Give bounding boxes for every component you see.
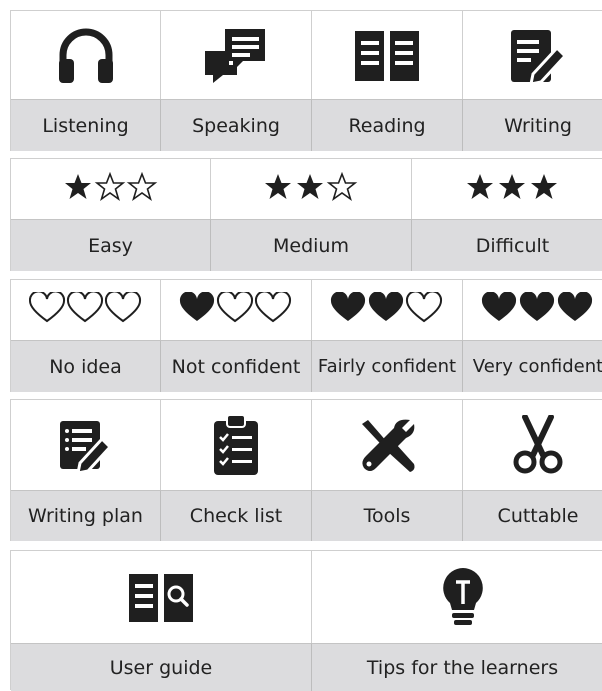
speaking-icon-cell (161, 11, 312, 99)
not-confident-rating-cell (161, 280, 312, 340)
writing-plan-label: Writing plan (11, 490, 161, 541)
very-confident-hearts (481, 291, 595, 328)
not-confident-hearts (179, 290, 293, 328)
cuttable-icon-cell (463, 400, 602, 490)
tips-label: Tips for the learners (312, 643, 602, 691)
writing-plan-icon-cell (11, 400, 161, 490)
easy-label: Easy (11, 219, 211, 271)
book-search-icon (127, 570, 195, 624)
medium-rating-cell (211, 159, 412, 219)
listening-label: Listening (11, 99, 161, 151)
not-confident-label: Not confident (161, 340, 312, 392)
guides-panel: User guide Tips for the learners (10, 550, 602, 691)
speech-bubbles-icon (203, 25, 269, 85)
writing-icon-cell (463, 11, 602, 99)
reading-label: Reading (312, 99, 463, 151)
no-idea-label: No idea (11, 340, 161, 392)
scissors-icon (511, 415, 565, 475)
no-idea-hearts (28, 290, 143, 328)
reading-icon-cell (312, 11, 463, 99)
check-list-label: Check list (161, 490, 312, 541)
listening-icon-cell (11, 11, 161, 99)
fairly-confident-hearts (330, 290, 444, 328)
check-list-icon-cell (161, 400, 312, 490)
clipboard-checklist-icon (211, 413, 261, 477)
speaking-label: Speaking (161, 99, 312, 151)
no-idea-rating-cell (11, 280, 161, 340)
difficulty-panel: Easy Medium Difficult (10, 158, 602, 271)
very-confident-label: Very confident (463, 340, 602, 392)
medium-label: Medium (211, 219, 412, 271)
difficult-label: Difficult (412, 219, 602, 271)
tools-label: Tools (312, 490, 463, 541)
tools-icon (358, 416, 416, 474)
resources-panel: Writing plan Check list Tools Cuttable (10, 399, 602, 541)
fairly-confident-rating-cell (312, 280, 463, 340)
fairly-confident-label: Fairly confident (312, 340, 463, 392)
writing-plan-icon (56, 417, 116, 473)
medium-stars (263, 171, 359, 206)
open-book-icon (353, 27, 421, 83)
headphones-icon (55, 25, 117, 85)
tips-icon-cell (312, 551, 602, 643)
user-guide-label: User guide (11, 643, 312, 691)
very-confident-rating-cell (463, 280, 602, 340)
lightbulb-icon (440, 566, 486, 628)
difficult-rating-cell (412, 159, 602, 219)
user-guide-icon-cell (11, 551, 312, 643)
confidence-panel: No idea Not confident Fairly confident V… (10, 279, 602, 392)
writing-label: Writing (463, 99, 602, 151)
tools-icon-cell (312, 400, 463, 490)
difficult-stars (465, 172, 561, 206)
easy-rating-cell (11, 159, 211, 219)
writing-pen-icon (507, 24, 569, 86)
easy-stars (63, 171, 159, 206)
skills-panel: Listening Speaking Reading Writing (10, 10, 602, 151)
cuttable-label: Cuttable (463, 490, 602, 541)
